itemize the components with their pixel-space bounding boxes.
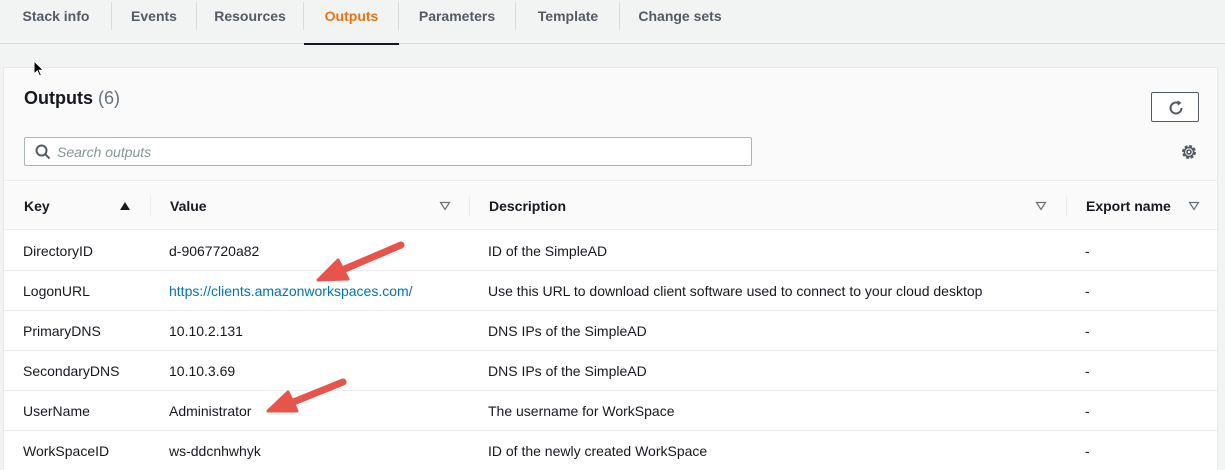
key-cell: PrimaryDNS bbox=[23, 323, 101, 339]
sort-ascending-icon[interactable] bbox=[119, 201, 131, 211]
tab-events[interactable]: Events bbox=[120, 0, 188, 44]
tab-divider bbox=[515, 2, 516, 30]
table-row: SecondaryDNS 10.10.3.69 DNS IPs of the S… bbox=[4, 351, 1217, 391]
export-name-cell: - bbox=[1085, 283, 1090, 299]
settings-gear-icon[interactable] bbox=[1180, 143, 1198, 161]
filter-triangle-icon[interactable] bbox=[1188, 201, 1200, 211]
refresh-icon bbox=[1169, 100, 1183, 115]
panel-title-text: Outputs bbox=[24, 88, 93, 108]
export-name-cell: - bbox=[1085, 243, 1090, 259]
tab-divider bbox=[398, 2, 399, 30]
value-cell: 10.10.3.69 bbox=[169, 363, 236, 379]
column-header-description[interactable]: Description bbox=[469, 182, 1066, 230]
tab-bar: Stack info Events Resources Outputs Para… bbox=[0, 0, 1225, 45]
export-name-cell: - bbox=[1085, 403, 1090, 419]
tab-resources[interactable]: Resources bbox=[204, 0, 296, 44]
description-cell: DNS IPs of the SimpleAD bbox=[488, 363, 647, 379]
value-cell: d-9067720a82 bbox=[169, 243, 260, 259]
tab-divider bbox=[111, 2, 112, 30]
export-name-cell: - bbox=[1085, 323, 1090, 339]
description-cell: Use this URL to download client software… bbox=[488, 283, 983, 299]
table-row: UserName Administrator The username for … bbox=[4, 391, 1217, 431]
tab-outputs[interactable]: Outputs bbox=[304, 0, 399, 45]
refresh-button[interactable] bbox=[1151, 92, 1199, 122]
key-cell: UserName bbox=[23, 403, 90, 419]
key-cell: LogonURL bbox=[23, 283, 90, 299]
panel-title: Outputs (6) bbox=[24, 88, 120, 109]
value-cell: ws-ddcnhwhyk bbox=[169, 443, 261, 459]
annotation-arrow-icon bbox=[266, 378, 347, 413]
table-row: PrimaryDNS 10.10.2.131 DNS IPs of the Si… bbox=[4, 311, 1217, 351]
column-label: Key bbox=[24, 198, 50, 214]
table-header: Key Value Description Export name bbox=[4, 182, 1217, 230]
key-cell: WorkSpaceID bbox=[23, 443, 110, 459]
column-label: Value bbox=[170, 198, 207, 214]
export-name-cell: - bbox=[1085, 363, 1090, 379]
table-row: DirectoryID d-9067720a82 ID of the Simpl… bbox=[4, 231, 1217, 271]
tab-parameters[interactable]: Parameters bbox=[408, 0, 506, 44]
column-label: Description bbox=[489, 198, 567, 214]
search-icon bbox=[35, 144, 51, 160]
description-cell: The username for WorkSpace bbox=[488, 403, 675, 419]
tab-template[interactable]: Template bbox=[524, 0, 612, 44]
annotation-arrow-icon bbox=[316, 241, 405, 282]
key-cell: SecondaryDNS bbox=[23, 363, 120, 379]
tab-divider bbox=[196, 2, 197, 30]
search-input[interactable] bbox=[57, 141, 737, 162]
value-cell: 10.10.2.131 bbox=[169, 323, 243, 339]
panel-header: Outputs (6) bbox=[4, 68, 1217, 181]
filter-triangle-icon[interactable] bbox=[439, 201, 451, 211]
column-label: Export name bbox=[1086, 198, 1171, 214]
column-header-value[interactable]: Value bbox=[150, 182, 468, 230]
outputs-count: (6) bbox=[98, 88, 121, 108]
value-cell: Administrator bbox=[169, 403, 252, 419]
table-row: WorkSpaceID ws-ddcnhwhyk ID of the newly… bbox=[4, 431, 1217, 470]
tab-stack-info[interactable]: Stack info bbox=[10, 0, 102, 44]
tab-change-sets[interactable]: Change sets bbox=[628, 0, 732, 44]
mouse-cursor-icon bbox=[33, 60, 45, 77]
description-cell: ID of the SimpleAD bbox=[488, 243, 608, 259]
tab-divider bbox=[619, 2, 620, 30]
table-row: LogonURL https://clients.amazonworkspace… bbox=[4, 271, 1217, 311]
export-name-cell: - bbox=[1085, 443, 1090, 459]
outputs-panel: Outputs (6) Key bbox=[3, 67, 1218, 470]
search-field[interactable] bbox=[24, 137, 752, 166]
description-cell: DNS IPs of the SimpleAD bbox=[488, 323, 647, 339]
key-cell: DirectoryID bbox=[23, 243, 94, 259]
description-cell: ID of the newly created WorkSpace bbox=[488, 443, 708, 459]
filter-triangle-icon[interactable] bbox=[1035, 201, 1047, 211]
